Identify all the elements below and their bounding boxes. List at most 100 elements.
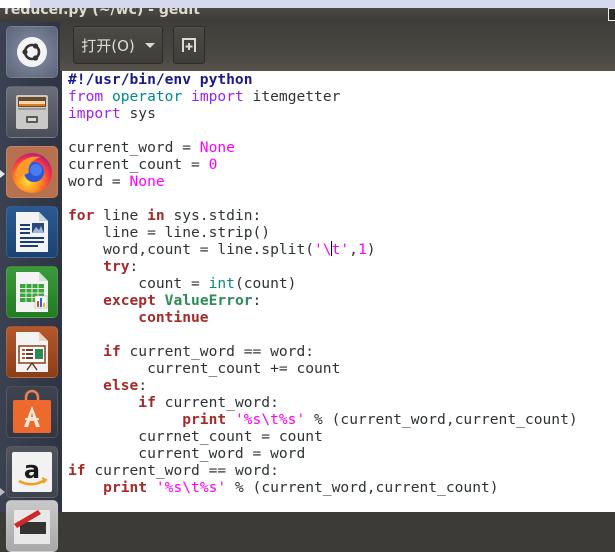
code-line[interactable]: except ValueError: (68, 292, 578, 309)
code-line[interactable]: import sys (68, 105, 578, 122)
code-token-kw: continue (138, 309, 209, 326)
code-token-kw: for (68, 207, 95, 224)
code-token-shebang: #!/usr/bin/env python (68, 71, 253, 88)
code-token-builtin: int (208, 275, 235, 292)
code-token-imp: import (191, 88, 244, 105)
text-editor-running-indicator (0, 488, 5, 496)
code-token-str: '%s\t%s' (234, 411, 306, 428)
code-token: current_word == word: (120, 343, 315, 360)
code-line[interactable]: ​ (68, 122, 578, 139)
code-token: current_count += count (68, 360, 341, 377)
code-line[interactable]: print '%s\t%s' % (current_word,current_c… (68, 479, 578, 496)
code-token: current_count = (68, 156, 209, 173)
code-line[interactable]: ​ (68, 326, 578, 343)
launcher-item-dash[interactable] (6, 26, 58, 78)
code-token-kw: if (103, 343, 121, 360)
code-text[interactable]: #!/usr/bin/env python from operator impor… (68, 71, 578, 496)
code-line[interactable]: print '%s\t%s' % (current_word,current_c… (68, 411, 577, 428)
code-line[interactable]: ​ (68, 190, 578, 207)
launcher-item-files[interactable] (6, 86, 58, 138)
new-document-button[interactable] (173, 26, 205, 64)
code-line[interactable]: current_word = word (68, 445, 578, 462)
window-titlebar[interactable]: reducer.py (~/wc) - gedit (0, 8, 615, 22)
desktop-top-strip (0, 0, 615, 8)
code-line[interactable]: else: (68, 377, 578, 394)
code-token: : (129, 258, 139, 275)
code-token-exc: ValueError (164, 292, 253, 309)
code-token-kw: except (103, 292, 156, 309)
code-line[interactable]: if current_word == word: (68, 462, 578, 479)
ubuntu-logo-icon (17, 37, 47, 67)
code-line[interactable]: continue (68, 309, 578, 326)
code-token: line (94, 207, 148, 224)
code-token-kw: in (147, 207, 165, 224)
code-line[interactable]: word = None (68, 173, 578, 190)
launcher-item-calc[interactable] (6, 266, 58, 318)
code-token-str: '%s\t%s' (155, 479, 227, 496)
code-line[interactable]: count = int(count) (68, 275, 578, 292)
code-line[interactable]: currnet_count = count (68, 428, 578, 445)
code-token-str: '\ (314, 241, 332, 258)
code-line[interactable]: line = line.strip() (68, 224, 578, 241)
open-button-label: 打开(O) (81, 36, 135, 55)
text-editor-icon (14, 510, 50, 544)
writer-document-icon (16, 212, 48, 252)
code-token-imp: import (68, 105, 121, 122)
code-token: % (current_word,current_count) (226, 479, 499, 496)
launcher-item-firefox[interactable] (6, 146, 58, 198)
code-line[interactable]: current_word = None (68, 139, 578, 156)
code-token: count = (68, 275, 209, 292)
code-token: itemgetter (243, 88, 341, 105)
impress-presentation-icon (16, 332, 48, 372)
svg-text:a: a (24, 456, 40, 484)
launcher-item-amazon[interactable]: a (6, 446, 58, 498)
code-token-kw: else (103, 377, 139, 394)
code-line[interactable]: current_count = 0 (68, 156, 578, 173)
code-token: : (138, 377, 148, 394)
launcher-item-writer[interactable] (6, 206, 58, 258)
open-button[interactable]: 打开(O) (73, 26, 163, 64)
code-token: sys (120, 105, 156, 122)
code-token-num: 1 (357, 241, 367, 258)
code-token: currnet_count = count (68, 428, 323, 445)
code-token: ) (366, 241, 376, 258)
code-line[interactable]: word,count = line.split('\t',1) (68, 241, 578, 258)
code-line[interactable]: if current_word == word: (68, 343, 578, 360)
launcher-item-impress[interactable] (6, 326, 58, 378)
new-document-icon (181, 37, 197, 53)
code-line[interactable]: from operator import itemgetter (68, 88, 578, 105)
code-line[interactable]: if current_word: (68, 394, 578, 411)
amazon-icon: a (12, 452, 52, 492)
code-token-kw: try (103, 258, 130, 275)
code-token: current_word = (68, 139, 200, 156)
code-token-const: None (129, 173, 165, 190)
code-line[interactable]: current_count += count (68, 360, 578, 377)
launcher-item-software[interactable] (6, 386, 58, 438)
code-token: word = (68, 173, 130, 190)
caret-down-icon (144, 42, 155, 48)
code-line[interactable]: #!/usr/bin/env python (68, 71, 578, 88)
window-title: reducer.py (~/wc) - gedit (4, 8, 200, 18)
unity-launcher: a (0, 22, 63, 552)
gedit-headerbar: 打开(O) (60, 22, 615, 72)
code-token-num: 0 (208, 156, 218, 173)
code-line[interactable]: for line in sys.stdin: (68, 207, 578, 224)
code-token: , (349, 241, 358, 258)
code-editor[interactable]: #!/usr/bin/env python from operator impor… (62, 71, 615, 512)
software-bag-icon (13, 389, 51, 433)
code-token: current_word: (155, 394, 279, 411)
code-line[interactable]: try: (68, 258, 578, 275)
launcher-item-text-editor[interactable] (6, 500, 58, 552)
code-token-kw: if (138, 394, 156, 411)
code-token: (count) (234, 275, 297, 292)
